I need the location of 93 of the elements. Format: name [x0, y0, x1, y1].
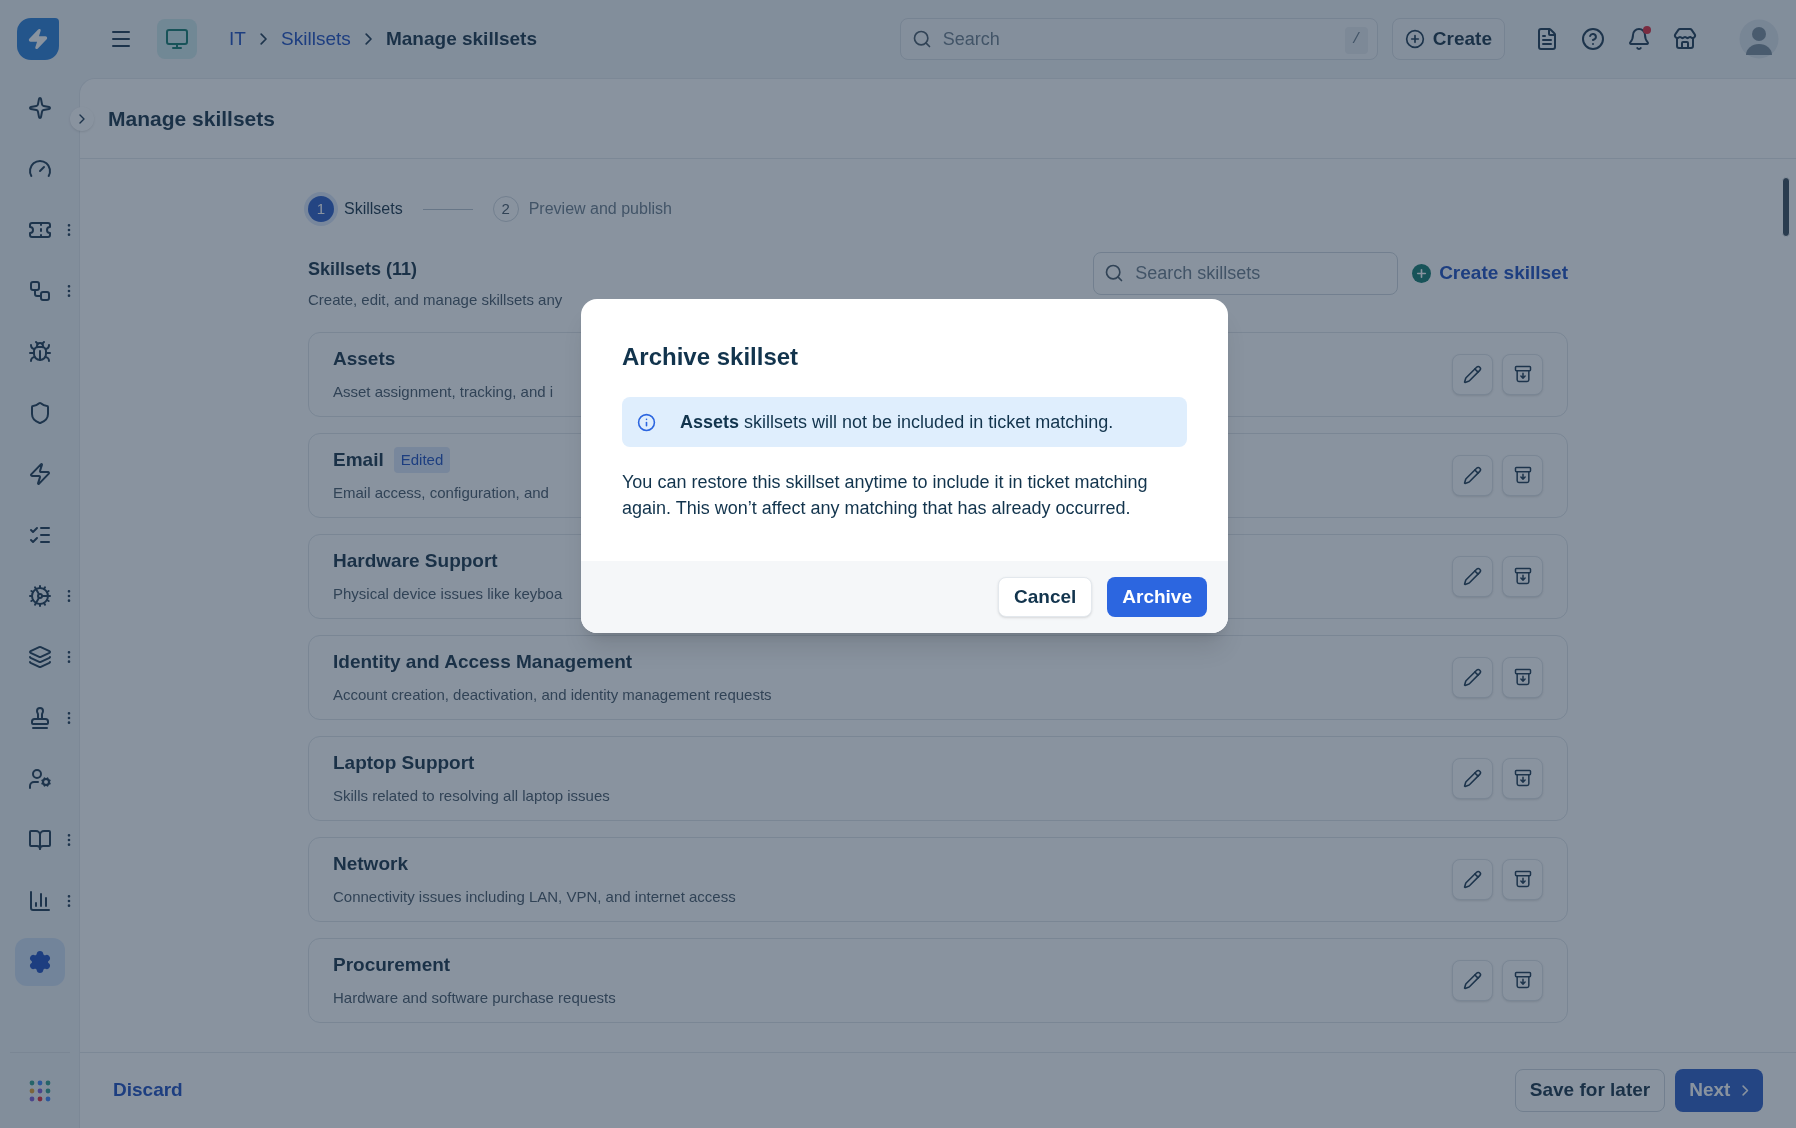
skillset-description: Connectivity issues including LAN, VPN, and internet access	[333, 887, 736, 907]
archive-icon	[1512, 566, 1533, 586]
step-number: 1	[308, 196, 334, 222]
pencil-icon	[1463, 768, 1482, 788]
archive-icon	[1512, 364, 1533, 384]
skillset-search-field[interactable]: Search skillsets	[1093, 252, 1399, 295]
chevron-icon	[1742, 1085, 1749, 1096]
skillset-name: Assets	[333, 346, 396, 371]
archive-button[interactable]	[1502, 858, 1543, 900]
edit-button[interactable]	[1452, 454, 1493, 496]
app-logo[interactable]	[17, 18, 59, 60]
skillset-description: Asset assignment, tracking, and i	[333, 382, 554, 402]
next-button[interactable]: Next	[1675, 1069, 1763, 1112]
skillset-name: Email	[333, 447, 384, 472]
edit-button[interactable]	[1452, 757, 1493, 799]
create-button[interactable]: Create	[1391, 18, 1505, 60]
archive-button[interactable]	[1502, 757, 1543, 799]
search-icon	[1104, 263, 1125, 283]
store-icon[interactable]	[1673, 27, 1697, 51]
bolt-icon	[27, 462, 52, 486]
monitor-icon	[165, 27, 189, 51]
dialog-body: You can restore this skillset anytime to include it in ticket matching again. This won’t affect any matching that has already occurred.	[622, 471, 1149, 520]
layers-icon	[27, 645, 52, 669]
skillset-name: Laptop Support	[333, 750, 475, 775]
bar-chart-icon	[27, 889, 52, 913]
save-for-later-button[interactable]: Save for later	[1514, 1069, 1666, 1112]
skillset-description: Account creation, deactivation, and identity management requests	[333, 685, 772, 705]
chevron-icon	[79, 114, 85, 124]
info-icon	[637, 412, 656, 432]
sparkle-icon	[27, 96, 52, 120]
section-subtitle: Create, edit, and manage skillsets any	[308, 290, 563, 310]
edited-badge: Edited	[393, 446, 451, 473]
cancel-button[interactable]: Cancel	[998, 577, 1093, 617]
breadcrumb-link[interactable]: Skillsets	[281, 24, 351, 54]
pencil-icon	[1463, 667, 1482, 687]
dialog-title: Archive skillset	[622, 342, 800, 372]
archive-icon	[1512, 465, 1533, 485]
edit-button[interactable]	[1452, 858, 1493, 900]
archive-button[interactable]	[1502, 555, 1543, 597]
bolt-icon	[27, 28, 49, 50]
archive-button[interactable]: Archive	[1107, 577, 1207, 617]
step-label[interactable]: Preview and publish	[528, 197, 672, 221]
archive-button[interactable]	[1502, 656, 1543, 698]
edit-button[interactable]	[1452, 353, 1493, 395]
skillset-name: Procurement	[333, 952, 451, 977]
archive-button[interactable]	[1502, 959, 1543, 1001]
section-title: Skillsets (11)	[308, 258, 419, 281]
discard-link[interactable]: Discard	[113, 1076, 183, 1105]
help-icon[interactable]	[1581, 27, 1605, 51]
edit-button[interactable]	[1452, 959, 1493, 1001]
avatar[interactable]	[1739, 19, 1779, 59]
book-icon	[27, 828, 52, 852]
breadcrumb-link[interactable]: IT	[229, 24, 246, 54]
pencil-icon	[1463, 465, 1482, 485]
archive-icon	[1512, 970, 1533, 990]
pencil-icon	[1463, 364, 1482, 384]
shortcut-key: /	[1344, 27, 1368, 54]
page-title: Manage skillsets	[108, 105, 275, 132]
pencil-icon	[1463, 869, 1482, 889]
bug-icon	[27, 340, 52, 364]
skillset-name: Hardware Support	[333, 548, 498, 573]
banner-text: Assets skillsets will not be included in ticket matching.	[680, 410, 1114, 434]
breadcrumb-current: Manage skillsets	[385, 26, 537, 51]
archive-icon	[1512, 869, 1533, 889]
skillset-name: Identity and Access Management	[333, 649, 633, 674]
search-icon	[911, 29, 932, 49]
skillset-description: Email access, configuration, and	[333, 483, 549, 503]
step-label[interactable]: Skillsets	[344, 197, 403, 221]
apps-grid-icon[interactable]	[28, 1079, 51, 1102]
chevron-icon	[259, 33, 268, 45]
plus-circle-icon	[1404, 29, 1425, 49]
scrollbar-thumb[interactable]	[1782, 177, 1790, 237]
skillset-description: Skills related to resolving all laptop issues	[333, 786, 610, 806]
skillset-description: Hardware and software purchase requests	[333, 988, 616, 1008]
pencil-icon	[1463, 970, 1482, 990]
document-icon[interactable]	[1535, 27, 1559, 51]
edit-button[interactable]	[1452, 555, 1493, 597]
user-cog-icon	[27, 767, 52, 791]
workflow-icon	[27, 279, 52, 303]
archive-icon	[1512, 768, 1533, 788]
pencil-icon	[1463, 566, 1482, 586]
sidebar-item[interactable]	[14, 938, 65, 986]
workspace-button[interactable]	[157, 19, 197, 59]
cog-icon	[27, 584, 52, 608]
create-skillset-link[interactable]: Create skillset	[1412, 259, 1568, 288]
notifications-icon[interactable]	[1627, 27, 1651, 51]
chevron-icon	[364, 33, 372, 45]
skillset-name: Network	[333, 851, 408, 876]
edit-button[interactable]	[1452, 656, 1493, 698]
archive-button[interactable]	[1502, 353, 1543, 395]
archive-icon	[1512, 667, 1533, 687]
skillset-description: Physical device issues like keyboa	[333, 584, 563, 604]
archive-button[interactable]	[1502, 454, 1543, 496]
